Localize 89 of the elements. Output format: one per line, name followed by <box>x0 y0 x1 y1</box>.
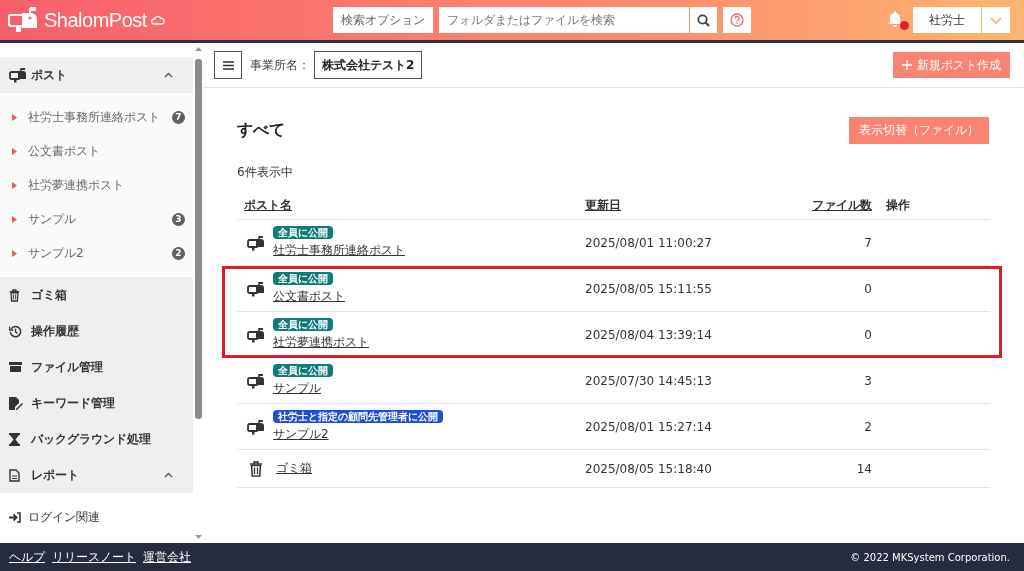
mailbox-icon <box>247 372 265 389</box>
post-link[interactable]: 公文書ポスト <box>273 288 345 305</box>
sidebar-subitem[interactable]: 社労夢連携ポスト <box>0 168 193 202</box>
logo-text: ShalomPost <box>44 8 147 32</box>
sidebar-item[interactable]: レポート <box>0 457 193 493</box>
user-name: 社労士 <box>913 7 981 33</box>
trash-icon <box>9 288 20 302</box>
table-cell: 14 <box>856 461 872 476</box>
visibility-badge: 全員に公開 <box>273 364 333 377</box>
table-cell: 3 <box>864 373 872 388</box>
table-cell: 2025/07/30 14:45:13 <box>585 373 712 388</box>
cloud-icon <box>150 15 165 25</box>
result-count: 6件表示中 <box>237 164 294 181</box>
history-icon <box>9 324 22 338</box>
sidebar-item[interactable]: ファイル管理 <box>0 349 193 385</box>
scroll-up-icon[interactable] <box>194 46 202 51</box>
footer-link[interactable]: ヘルプ <box>9 548 45 566</box>
table-cell: 2 <box>864 419 872 434</box>
trash-icon <box>249 460 263 477</box>
menu-button[interactable] <box>214 51 242 79</box>
copyright-text: © 2022 MKSystem Corporation. <box>850 551 1010 563</box>
sidebar-subitem[interactable]: 公文書ポスト <box>0 134 193 168</box>
footer-link[interactable]: リリースノート <box>52 548 136 566</box>
table-cell: 7 <box>864 235 872 250</box>
post-link[interactable]: 社労士事務所連絡ポスト <box>273 242 405 259</box>
post-link[interactable]: サンプル <box>273 380 321 397</box>
visibility-badge: 全員に公開 <box>273 318 333 331</box>
mailbox-icon <box>247 280 265 297</box>
sidebar-subitem[interactable]: サンプル2 2 <box>0 236 193 270</box>
mailbox-icon <box>9 67 27 83</box>
plus-icon <box>902 60 912 70</box>
office-name-field[interactable]: 株式会社テスト2 <box>314 51 423 79</box>
office-label: 事業所名： <box>250 56 310 74</box>
column-header[interactable]: ファイル数 <box>812 197 872 214</box>
table-cell: 2025/08/04 13:39:14 <box>585 327 712 342</box>
sidebar-item[interactable]: ポスト <box>0 57 193 93</box>
search-options-button[interactable]: 検索オプション <box>332 7 433 33</box>
help-button[interactable] <box>722 7 751 33</box>
sidebar-item[interactable]: キーワード管理 <box>0 385 193 421</box>
archive-icon <box>9 361 22 373</box>
table-cell: 2025/08/01 11:00:27 <box>585 235 712 250</box>
table-cell: 0 <box>864 281 872 296</box>
collapse-icon[interactable] <box>164 72 173 78</box>
mailbox-icon <box>247 326 265 343</box>
sidebar-subitem[interactable]: ログイン関連 <box>0 500 193 534</box>
search-icon <box>696 13 710 27</box>
hourglass-icon <box>9 432 20 446</box>
search-field[interactable]: フォルダまたはファイルを検索 <box>438 7 689 33</box>
search-button[interactable] <box>689 7 717 33</box>
count-badge: 7 <box>172 110 185 124</box>
table-cell: 2025/08/01 15:27:14 <box>585 419 712 434</box>
page-title: すべて <box>237 119 285 141</box>
document-icon <box>9 468 20 482</box>
bullet-icon <box>12 181 17 189</box>
bullet-icon <box>12 215 17 223</box>
visibility-badge: 全員に公開 <box>273 272 333 285</box>
chevron-down-icon <box>990 16 1002 24</box>
post-link[interactable]: ゴミ箱 <box>273 460 312 477</box>
table-cell: 0 <box>864 327 872 342</box>
logo-icon <box>8 6 40 34</box>
sidebar-subitem[interactable]: 社労士事務所連絡ポスト 7 <box>0 100 193 134</box>
file-edit-icon <box>9 396 23 410</box>
sidebar-item[interactable]: 操作履歴 <box>0 313 193 349</box>
post-link[interactable]: 社労夢連携ポスト <box>273 334 369 351</box>
visibility-badge: 社労士と指定の顧問先管理者に公開 <box>273 410 443 423</box>
bullet-icon <box>12 249 17 257</box>
menu-icon <box>222 60 234 70</box>
column-header: 操作 <box>886 197 910 214</box>
help-icon <box>729 13 744 27</box>
post-link[interactable]: サンプル2 <box>273 426 329 443</box>
visibility-badge: 全員に公開 <box>273 226 333 239</box>
scroll-down-icon[interactable] <box>194 535 202 540</box>
bullet-icon <box>12 147 17 155</box>
sidebar-subitem[interactable]: サンプル 3 <box>0 202 193 236</box>
footer-link[interactable]: 運営会社 <box>143 548 191 566</box>
notification-bell-icon[interactable] <box>887 10 907 30</box>
count-badge: 3 <box>172 212 185 226</box>
mailbox-icon <box>247 418 265 435</box>
table-cell: 2025/08/05 15:11:55 <box>585 281 712 296</box>
collapse-icon[interactable] <box>164 472 173 478</box>
mailbox-icon <box>247 234 265 251</box>
login-icon <box>9 511 21 523</box>
column-header[interactable]: 更新日 <box>585 197 621 214</box>
sidebar-item[interactable]: ゴミ箱 <box>0 277 193 313</box>
bullet-icon <box>12 113 17 121</box>
count-badge: 2 <box>172 246 185 260</box>
sidebar-item[interactable]: バックグラウンド処理 <box>0 421 193 457</box>
table-cell: 2025/08/05 15:18:40 <box>585 461 712 476</box>
column-header[interactable]: ポスト名 <box>244 197 292 214</box>
